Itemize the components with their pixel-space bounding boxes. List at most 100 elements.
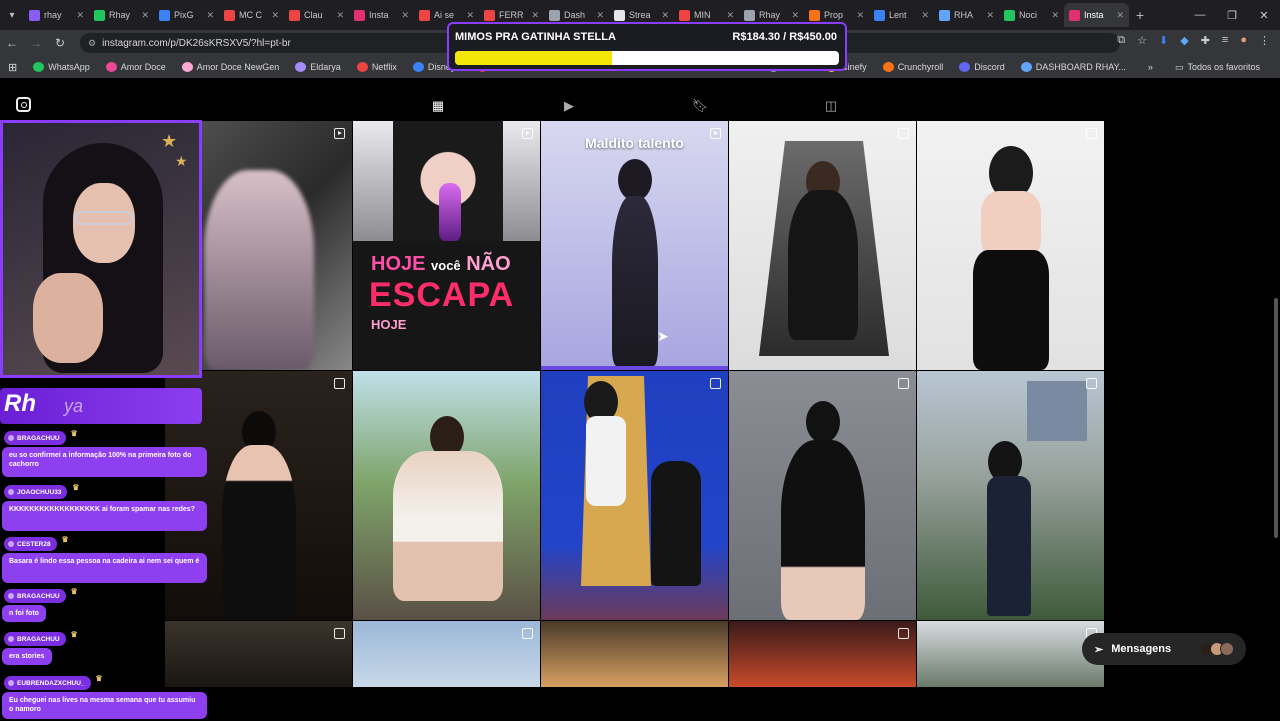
apps-grid-icon[interactable]: ⊞ — [0, 61, 25, 74]
close-window-icon[interactable]: ✕ — [1248, 0, 1280, 30]
instagram-logo-icon[interactable] — [16, 97, 31, 112]
tab-close-icon[interactable]: ✕ — [791, 10, 799, 21]
scrollbar-thumb[interactable] — [1274, 298, 1278, 538]
site-info-icon[interactable]: ⚙ — [88, 38, 96, 49]
post-thumbnail[interactable] — [729, 621, 916, 687]
tab-close-icon[interactable]: ✕ — [596, 10, 604, 21]
bookmark-item[interactable]: DASHBOARD RHAY... — [1013, 62, 1134, 72]
post-thumbnail[interactable] — [729, 371, 916, 620]
browser-tab[interactable]: Insta ✕ — [349, 3, 414, 27]
tab-posts-grid-icon[interactable]: ▦ — [428, 96, 448, 116]
bookmark-star-icon[interactable]: ☆ — [1137, 34, 1147, 47]
chat-username: EUBRENDAZXCHUU_ ♛ — [4, 674, 103, 690]
post-thumbnail[interactable]: HOJE você NÃO ESCAPA HOJE — [353, 121, 540, 370]
browser-tab[interactable]: RHA ✕ — [934, 3, 999, 27]
extension-shield-icon[interactable]: ◆ — [1180, 34, 1188, 47]
extensions-puzzle-icon[interactable]: ✚ — [1201, 34, 1210, 47]
tab-close-icon[interactable]: ✕ — [986, 10, 994, 21]
tab-label: PixG — [174, 10, 194, 20]
reel-icon — [334, 128, 345, 139]
tab-close-icon[interactable]: ✕ — [466, 10, 474, 21]
tab-favicon-icon — [354, 9, 365, 21]
messages-button[interactable]: ➢ Mensagens — [1082, 633, 1246, 665]
cast-icon[interactable]: ⧉ — [1117, 34, 1125, 47]
crown-icon: ♛ — [61, 535, 69, 544]
forward-icon[interactable]: → — [24, 36, 48, 50]
bookmark-item[interactable]: WhatsApp — [25, 62, 98, 72]
tab-close-icon[interactable]: ✕ — [921, 10, 929, 21]
tab-close-icon[interactable]: ✕ — [661, 10, 669, 21]
avatar — [1220, 642, 1234, 656]
messages-label: Mensagens — [1111, 643, 1172, 655]
post-thumbnail[interactable]: Maldito talento — [541, 121, 728, 370]
browser-tab[interactable]: PixG ✕ — [154, 3, 219, 27]
bookmark-label: Crunchyroll — [897, 62, 944, 72]
bookmark-item[interactable]: Discord — [951, 62, 1013, 72]
tab-favicon-icon — [289, 9, 300, 21]
post-thumbnail[interactable] — [917, 121, 1104, 370]
carousel-icon — [334, 628, 345, 639]
bookmark-item[interactable]: Amor Doce NewGen — [174, 62, 288, 72]
tab-search-icon[interactable]: ▾ — [0, 0, 24, 30]
browser-tab[interactable]: Insta ✕ — [1064, 3, 1129, 27]
tab-close-icon[interactable]: ✕ — [141, 10, 149, 21]
post-thumbnail[interactable] — [353, 371, 540, 620]
more-bookmarks-icon[interactable]: » — [1148, 62, 1153, 72]
chat-badge-icon — [8, 636, 14, 642]
chat-message: eu so confirmei a informação 100% na pri… — [2, 447, 207, 477]
download-icon[interactable]: ⬇ — [1159, 34, 1168, 47]
tab-favicon-icon — [1004, 9, 1015, 21]
carousel-icon — [710, 378, 721, 389]
browser-tab[interactable]: MC C ✕ — [219, 3, 284, 27]
tab-saved-bookmark-icon[interactable]: 🔖︎ — [690, 96, 710, 116]
tab-close-icon[interactable]: ✕ — [206, 10, 214, 21]
chat-message: era stories — [2, 648, 52, 666]
goal-title: MIMOS PRA GATINHA STELLA — [455, 31, 616, 43]
tab-close-icon[interactable]: ✕ — [1116, 10, 1124, 21]
all-favorites-button[interactable]: ▭ Todos os favoritos — [1167, 62, 1268, 73]
post-thumbnail[interactable] — [541, 371, 728, 620]
new-tab-button[interactable]: + — [1129, 7, 1151, 23]
post-figure — [987, 476, 1031, 616]
browser-tab[interactable]: Noci ✕ — [999, 3, 1064, 27]
minimize-icon[interactable]: — — [1184, 0, 1216, 30]
tab-close-icon[interactable]: ✕ — [531, 10, 539, 21]
menu-kebab-icon[interactable]: ⋮ — [1259, 34, 1270, 47]
browser-tab[interactable]: Lent ✕ — [869, 3, 934, 27]
chat-badge-icon — [8, 489, 14, 495]
maximize-icon[interactable]: ❐ — [1216, 0, 1248, 30]
profile-avatar[interactable]: ● — [1240, 34, 1247, 47]
tab-close-icon[interactable]: ✕ — [271, 10, 279, 21]
post-thumbnail[interactable] — [353, 621, 540, 687]
bookmark-item[interactable]: Netflix — [349, 62, 405, 72]
back-icon[interactable]: ← — [0, 36, 24, 50]
tab-reels-icon[interactable]: ▶ — [559, 96, 579, 116]
bookmark-item[interactable]: Eldarya — [287, 62, 349, 72]
tab-close-icon[interactable]: ✕ — [856, 10, 864, 21]
browser-tab[interactable]: Clau ✕ — [284, 3, 349, 27]
browser-tab[interactable]: rhay ✕ — [24, 3, 89, 27]
tab-favicon-icon — [224, 9, 235, 21]
bookmark-label: Amor Doce — [120, 62, 166, 72]
tab-close-icon[interactable]: ✕ — [401, 10, 409, 21]
tab-close-icon[interactable]: ✕ — [1051, 10, 1059, 21]
post-thumbnail[interactable] — [165, 621, 352, 687]
media-icon[interactable]: ≡ — [1222, 34, 1228, 47]
bookmark-label: Netflix — [371, 62, 397, 72]
tab-close-icon[interactable]: ✕ — [336, 10, 344, 21]
post-thumbnail[interactable] — [541, 621, 728, 687]
tab-tagged-icon[interactable]: ◫ — [821, 96, 841, 116]
chat-overlay-logo: Rh ya — [0, 388, 202, 424]
browser-tab[interactable]: Rhay ✕ — [89, 3, 154, 27]
tab-favicon-icon — [94, 9, 105, 21]
bookmark-item[interactable]: Crunchyroll — [875, 62, 952, 72]
post-thumbnail[interactable] — [729, 121, 916, 370]
post-thumbnail[interactable] — [917, 621, 1104, 687]
post-figure — [972, 250, 1049, 370]
tab-close-icon[interactable]: ✕ — [76, 10, 84, 21]
tab-close-icon[interactable]: ✕ — [726, 10, 734, 21]
post-thumbnail[interactable] — [917, 371, 1104, 620]
bookmark-item[interactable]: Amor Doce — [98, 62, 174, 72]
reload-icon[interactable]: ↻ — [48, 36, 72, 50]
page-scrollbar[interactable] — [1272, 278, 1280, 548]
